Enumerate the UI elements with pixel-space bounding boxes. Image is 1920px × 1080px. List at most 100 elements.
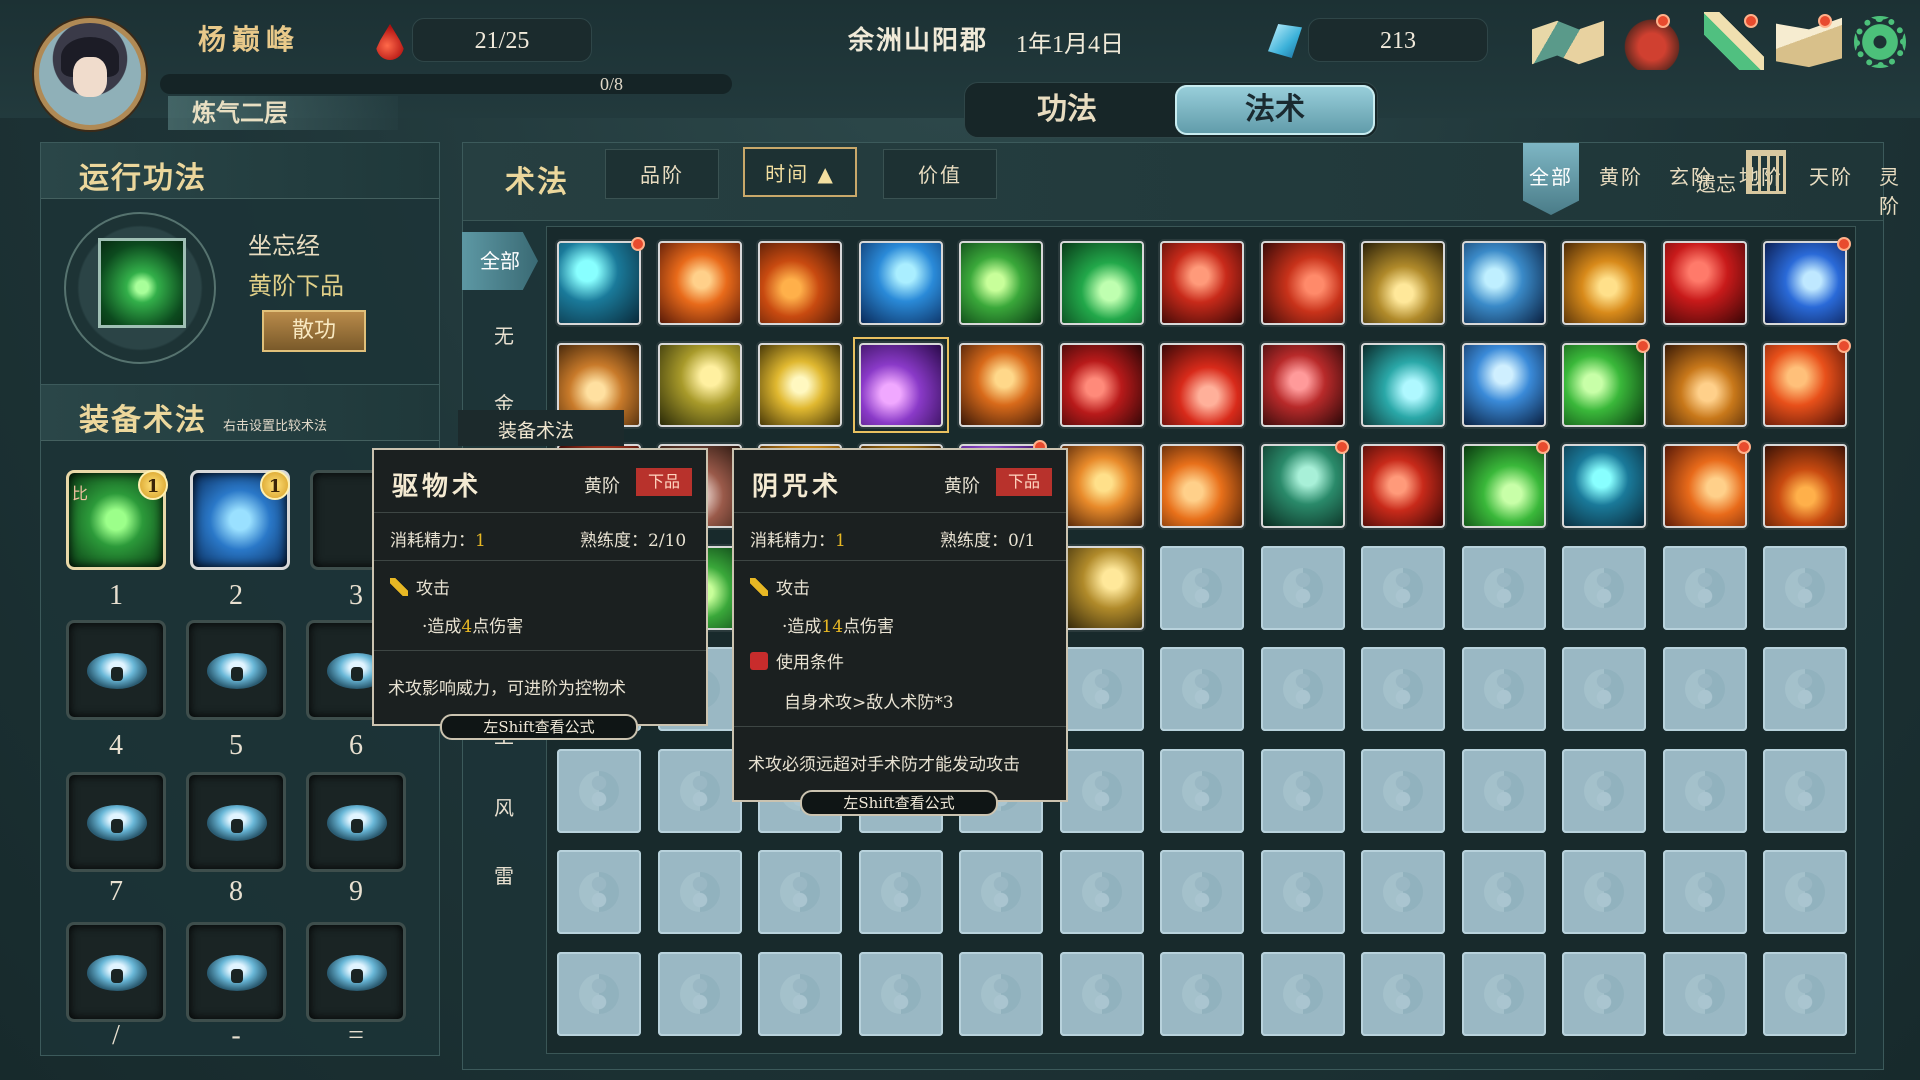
spell-slot[interactable]	[1361, 342, 1445, 427]
spell-slot[interactable]	[1461, 440, 1550, 528]
grade-tab-ling[interactable]: 灵阶	[1879, 161, 1901, 219]
spell-slot[interactable]	[1361, 241, 1445, 325]
empty-spell-slot[interactable]	[1461, 647, 1546, 731]
empty-spell-slot[interactable]	[557, 748, 641, 833]
sort-grade-button[interactable]: 品阶	[605, 149, 719, 199]
spell-slot[interactable]	[959, 241, 1043, 325]
empty-spell-slot[interactable]	[1461, 748, 1546, 833]
empty-spell-slot[interactable]	[758, 850, 842, 934]
spell-slot[interactable]	[1662, 241, 1747, 325]
player-avatar[interactable]	[34, 18, 146, 130]
element-tab-thunder[interactable]: 雷	[476, 860, 532, 889]
empty-spell-slot[interactable]	[1763, 647, 1847, 731]
empty-spell-slot[interactable]	[1160, 748, 1244, 833]
empty-spell-slot[interactable]	[1059, 748, 1144, 833]
empty-spell-slot[interactable]	[959, 951, 1043, 1036]
element-tab-none[interactable]: 无	[476, 320, 532, 349]
spell-slot[interactable]	[1461, 241, 1546, 325]
empty-spell-slot[interactable]	[1562, 647, 1646, 731]
empty-spell-slot[interactable]	[1361, 647, 1445, 731]
tab-gongfa[interactable]: 功法	[967, 85, 1167, 135]
empty-spell-slot[interactable]	[1160, 647, 1244, 731]
spell-slot[interactable]	[1662, 342, 1747, 427]
spell-slot[interactable]	[557, 237, 645, 325]
spell-slot[interactable]	[1059, 545, 1144, 630]
spell-slot[interactable]	[1562, 241, 1646, 325]
spell-slot[interactable]	[1059, 342, 1144, 427]
spell-slot[interactable]	[1562, 444, 1646, 528]
empty-spell-slot[interactable]	[1260, 951, 1345, 1036]
spell-slot[interactable]	[1562, 338, 1650, 427]
empty-spell-slot[interactable]	[758, 951, 842, 1036]
empty-spell-slot[interactable]	[557, 951, 641, 1036]
empty-spell-slot[interactable]	[1461, 951, 1546, 1036]
dismiss-technique-button[interactable]: 散功	[262, 310, 366, 352]
trash-icon[interactable]	[1746, 150, 1786, 194]
spell-slot[interactable]	[1662, 440, 1751, 528]
spell-slot[interactable]	[657, 241, 742, 325]
empty-spell-slot[interactable]	[1763, 748, 1847, 833]
grade-tab-huang[interactable]: 黄阶	[1599, 161, 1643, 190]
empty-spell-slot[interactable]	[1461, 545, 1546, 630]
grade-tab-tian[interactable]: 天阶	[1809, 161, 1853, 190]
meditation-icon[interactable]	[98, 238, 186, 328]
empty-spell-slot[interactable]	[1763, 951, 1847, 1036]
gear-icon[interactable]	[1854, 16, 1906, 68]
sort-value-button[interactable]: 价值	[883, 149, 997, 199]
spell-slot[interactable]	[959, 342, 1043, 427]
empty-spell-slot[interactable]	[1562, 748, 1646, 833]
spell-slot[interactable]	[758, 342, 842, 427]
empty-spell-slot[interactable]	[1059, 951, 1144, 1036]
empty-spell-slot[interactable]	[657, 850, 742, 934]
empty-spell-slot[interactable]	[1260, 647, 1345, 731]
empty-spell-slot[interactable]	[1461, 850, 1546, 934]
empty-spell-slot[interactable]	[1160, 545, 1244, 630]
empty-spell-slot[interactable]	[1260, 545, 1345, 630]
empty-spell-slot[interactable]	[858, 850, 943, 934]
empty-spell-slot[interactable]	[1562, 850, 1646, 934]
spell-slot[interactable]	[1763, 444, 1847, 528]
empty-spell-slot[interactable]	[1361, 951, 1445, 1036]
spell-slot[interactable]	[1260, 241, 1345, 325]
spell-slot[interactable]	[1160, 342, 1244, 427]
empty-spell-slot[interactable]	[959, 850, 1043, 934]
empty-spell-slot[interactable]	[1160, 951, 1244, 1036]
empty-spell-slot[interactable]	[1361, 748, 1445, 833]
empty-spell-slot[interactable]	[1763, 850, 1847, 934]
empty-spell-slot[interactable]	[557, 850, 641, 934]
spell-slot[interactable]	[1461, 342, 1546, 427]
spell-slot[interactable]	[1763, 237, 1851, 325]
empty-spell-slot[interactable]	[1361, 545, 1445, 630]
empty-spell-slot[interactable]	[1260, 850, 1345, 934]
element-tab-wind[interactable]: 风	[476, 792, 532, 821]
empty-spell-slot[interactable]	[1662, 850, 1747, 934]
empty-spell-slot[interactable]	[1763, 545, 1847, 630]
spell-slot[interactable]	[657, 342, 742, 427]
element-tab-all[interactable]: 全部	[462, 232, 538, 290]
empty-spell-slot[interactable]	[1662, 748, 1747, 833]
spell-slot[interactable]	[1160, 444, 1244, 528]
empty-spell-slot[interactable]	[657, 951, 742, 1036]
empty-spell-slot[interactable]	[1562, 951, 1646, 1036]
empty-spell-slot[interactable]	[1160, 850, 1244, 934]
sort-time-button[interactable]: 时间 ▲	[743, 147, 857, 197]
empty-spell-slot[interactable]	[858, 951, 943, 1036]
spell-slot[interactable]	[1260, 440, 1349, 528]
spell-slot[interactable]	[1059, 241, 1144, 325]
spell-slot[interactable]	[1361, 444, 1445, 528]
spell-slot[interactable]	[1763, 338, 1851, 427]
spell-slot[interactable]	[758, 241, 842, 325]
empty-spell-slot[interactable]	[1361, 850, 1445, 934]
spell-slot[interactable]	[1260, 342, 1345, 427]
spell-slot[interactable]	[1059, 444, 1144, 528]
empty-spell-slot[interactable]	[657, 748, 742, 833]
empty-spell-slot[interactable]	[1059, 850, 1144, 934]
empty-spell-slot[interactable]	[1260, 748, 1345, 833]
grade-tab-all[interactable]: 全部	[1523, 143, 1579, 215]
empty-spell-slot[interactable]	[1562, 545, 1646, 630]
treasure-bag-icon[interactable]	[1624, 12, 1680, 70]
empty-spell-slot[interactable]	[1662, 647, 1747, 731]
tab-fashu[interactable]: 法术	[1175, 85, 1375, 135]
empty-spell-slot[interactable]	[1059, 647, 1144, 731]
empty-spell-slot[interactable]	[1662, 545, 1747, 630]
